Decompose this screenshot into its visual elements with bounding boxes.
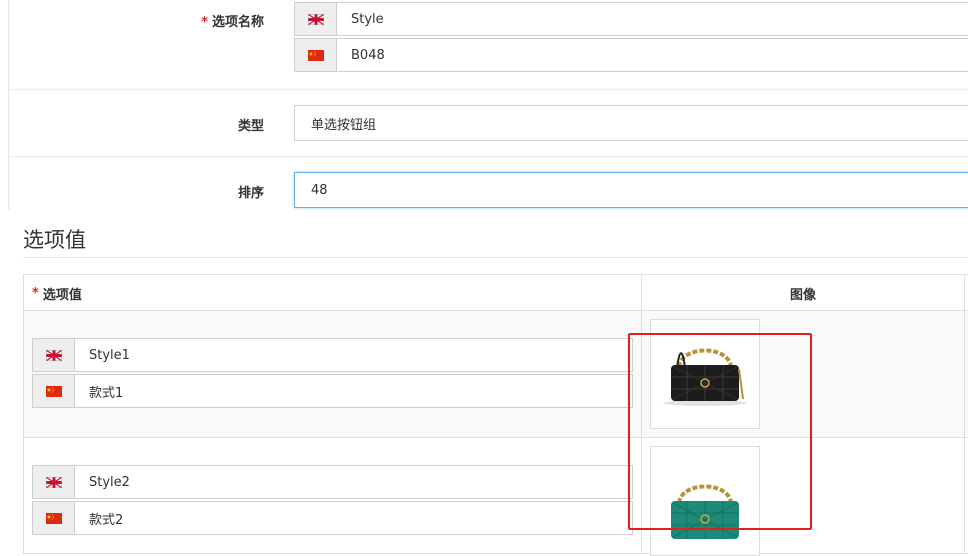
option-value-1-zh-group: 款式1 [32,374,633,408]
uk-flag-icon [45,476,62,488]
option-value-2-zh-group: 款式2 [32,501,633,535]
section-divider [23,257,968,258]
row-divider [8,156,968,157]
uk-flag-icon [307,13,324,25]
option-value-1-en-input[interactable]: Style1 [75,339,632,371]
china-flag-addon [33,375,75,407]
type-label: 类型 [237,119,264,134]
option-name-zh-group: B048 [294,38,968,72]
option-name-label: * 选项名称 [150,11,264,30]
uk-flag-addon [33,339,75,371]
column-header-option-value-text: 选项值 [42,287,82,303]
column-divider [964,275,965,553]
row-divider [24,437,968,438]
option-name-en-group: Style [294,2,968,36]
column-header-image: 图像 [789,287,816,303]
uk-flag-icon [45,349,62,361]
option-name-en-input[interactable]: Style [337,3,968,35]
column-header-option-value: * 选项值 [32,275,632,311]
uk-flag-addon [295,3,337,35]
option-value-1-en-group: Style1 [32,338,633,372]
option-value-2-en-group: Style2 [32,465,633,499]
option-name-label-text: 选项名称 [211,15,264,30]
option-name-zh-input[interactable]: B048 [337,39,968,71]
china-flag-icon [45,512,62,524]
sort-label: 排序 [237,186,264,201]
uk-flag-addon [33,466,75,498]
option-value-2-en-input[interactable]: Style2 [75,466,632,498]
required-mark: * [201,15,208,30]
option-value-2-zh-input[interactable]: 款式2 [75,502,632,534]
required-mark: * [32,285,39,301]
row-divider [8,89,968,90]
china-flag-icon [45,385,62,397]
china-flag-addon [295,39,337,71]
option-value-1-zh-input[interactable]: 款式1 [75,375,632,407]
highlight-box [628,333,812,530]
sort-input[interactable]: 48 [294,172,968,208]
china-flag-icon [307,49,324,61]
type-select[interactable]: 单选按钮组 [294,105,968,141]
form-left-border [8,0,9,210]
china-flag-addon [33,502,75,534]
option-values-title: 选项值 [23,228,86,252]
